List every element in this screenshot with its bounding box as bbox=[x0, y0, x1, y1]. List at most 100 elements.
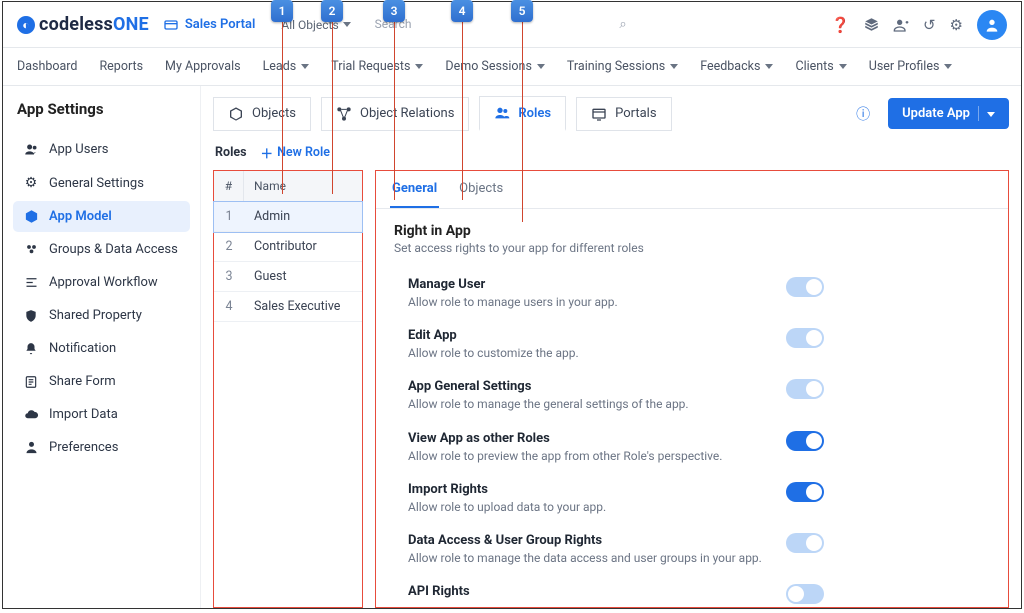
sidebar-item-label: Import Data bbox=[49, 407, 118, 422]
nav-item-my-approvals[interactable]: My Approvals bbox=[165, 59, 241, 74]
callout-line-4 bbox=[462, 22, 463, 200]
sidebar-item-label: Groups & Data Access bbox=[49, 242, 178, 257]
tab-objects-label: Objects bbox=[252, 106, 296, 121]
permission-toggle[interactable] bbox=[786, 584, 824, 604]
body: App Settings App Users⚙General Settings A… bbox=[3, 86, 1021, 608]
sidebar-item-label: Share Form bbox=[49, 374, 116, 389]
caret-down-icon bbox=[301, 64, 309, 69]
nav-item-feedbacks[interactable]: Feedbacks bbox=[700, 59, 773, 74]
caret-down-icon bbox=[839, 64, 847, 69]
new-role-button[interactable]: ＋ New Role bbox=[261, 143, 330, 162]
inner-tab-objects[interactable]: Objects bbox=[457, 171, 505, 208]
permission-title: Data Access & User Group Rights bbox=[408, 533, 770, 548]
sidebar-item-import-data[interactable]: Import Data bbox=[13, 399, 190, 430]
permission-row: API Rights bbox=[394, 576, 824, 607]
sidebar-item-approval-workflow[interactable]: Approval Workflow bbox=[13, 267, 190, 298]
avatar[interactable] bbox=[977, 10, 1007, 40]
permission-toggle[interactable] bbox=[786, 533, 824, 553]
role-row[interactable]: 1Admin bbox=[214, 202, 362, 232]
rights-scroll[interactable]: Right in App Set access rights to your a… bbox=[376, 209, 1008, 607]
sidebar-item-label: Shared Property bbox=[49, 308, 142, 323]
role-index: 4 bbox=[214, 292, 244, 321]
permission-toggle[interactable] bbox=[786, 328, 824, 348]
permission-toggle[interactable] bbox=[786, 431, 824, 451]
shield-icon bbox=[23, 309, 39, 323]
permission-row: Edit AppAllow role to customize the app. bbox=[394, 320, 824, 371]
roles-icon bbox=[494, 105, 510, 121]
nav-item-reports[interactable]: Reports bbox=[99, 59, 143, 74]
portal-chip[interactable]: Sales Portal bbox=[163, 17, 256, 33]
permission-desc: Allow role to manage users in your app. bbox=[408, 294, 770, 310]
tab-portals[interactable]: Portals bbox=[576, 97, 671, 131]
help-icon[interactable]: ❓ bbox=[831, 16, 850, 34]
col-name: Name bbox=[244, 171, 362, 201]
nav-item-demo-sessions[interactable]: Demo Sessions bbox=[445, 59, 545, 74]
new-role-label: New Role bbox=[277, 145, 330, 160]
sidebar-item-app-model[interactable]: App Model bbox=[13, 201, 190, 232]
permission-title: View App as other Roles bbox=[408, 431, 770, 446]
callout-line-5 bbox=[522, 22, 523, 222]
stack-icon[interactable] bbox=[864, 17, 879, 32]
permission-toggle[interactable] bbox=[786, 482, 824, 502]
nav-item-training-sessions[interactable]: Training Sessions bbox=[567, 59, 678, 74]
callout-line-3 bbox=[394, 22, 395, 200]
permission-title: App General Settings bbox=[408, 379, 770, 394]
permission-toggle[interactable] bbox=[786, 277, 824, 297]
sidebar-item-notification[interactable]: Notification bbox=[13, 333, 190, 364]
nav-row: Dashboard Reports My Approvals Leads Trial R… bbox=[3, 48, 1021, 86]
nav-item-leads[interactable]: Leads bbox=[263, 59, 310, 74]
role-row[interactable]: 2Contributor bbox=[214, 232, 362, 262]
caret-down-icon bbox=[765, 64, 773, 69]
permission-row: App General Settings Allow role to manage… bbox=[394, 371, 824, 422]
sidebar-item-general-settings[interactable]: ⚙General Settings bbox=[13, 167, 190, 199]
cloud-icon bbox=[23, 407, 39, 422]
roles-table: # Name 1Admin2Contributor3Guest4Sales Ex… bbox=[213, 170, 363, 608]
nav-item-dashboard[interactable]: Dashboard bbox=[17, 59, 77, 74]
role-index: 3 bbox=[214, 262, 244, 291]
cube-icon bbox=[23, 209, 39, 224]
cube-icon bbox=[228, 106, 244, 122]
rights-title: Right in App bbox=[394, 223, 990, 239]
permission-desc: Allow role to manage the general setting… bbox=[408, 396, 770, 412]
tab-object-relations[interactable]: Object Relations bbox=[321, 97, 469, 131]
info-icon[interactable]: ⓘ bbox=[856, 104, 870, 124]
role-name: Guest bbox=[244, 262, 362, 291]
role-name: Admin bbox=[244, 202, 362, 231]
rights-panel: General Objects Right in App Set access … bbox=[375, 170, 1009, 608]
add-user-icon[interactable] bbox=[893, 17, 909, 33]
permission-toggle[interactable] bbox=[786, 379, 824, 399]
role-name: Contributor bbox=[244, 232, 362, 261]
sidebar-item-label: Approval Workflow bbox=[49, 275, 158, 290]
role-row[interactable]: 4Sales Executive bbox=[214, 292, 362, 322]
flow-icon bbox=[23, 275, 39, 290]
nav-item-clients[interactable]: Clients bbox=[795, 59, 846, 74]
sidebar-title: App Settings bbox=[13, 100, 190, 118]
sidebar-item-label: App Model bbox=[49, 209, 112, 224]
nav-item-user-profiles[interactable]: User Profiles bbox=[869, 59, 953, 74]
sidebar-item-shared-property[interactable]: Shared Property bbox=[13, 300, 190, 331]
rights-subtitle: Set access rights to your app for differ… bbox=[394, 241, 990, 255]
logo[interactable]: ◐ codelessONE bbox=[17, 14, 149, 35]
search-icon[interactable]: ⌕ bbox=[619, 17, 626, 32]
sidebar-item-groups-data-access[interactable]: Groups & Data Access bbox=[13, 234, 190, 265]
caret-down-icon bbox=[670, 64, 678, 69]
history-icon[interactable]: ↺ bbox=[923, 16, 936, 34]
gear-icon: ⚙ bbox=[23, 175, 39, 191]
relations-icon bbox=[336, 106, 352, 122]
sidebar-item-app-users[interactable]: App Users bbox=[13, 134, 190, 165]
callout-4: 4 bbox=[451, 0, 473, 22]
settings-gear-icon[interactable]: ⚙ bbox=[950, 16, 963, 34]
inner-tab-general[interactable]: General bbox=[390, 171, 439, 208]
sidebar-item-share-form[interactable]: Share Form bbox=[13, 366, 190, 397]
tab-objects[interactable]: Objects bbox=[213, 97, 311, 131]
portal-icon bbox=[163, 17, 179, 33]
content-row: # Name 1Admin2Contributor3Guest4Sales Ex… bbox=[213, 170, 1009, 608]
role-row[interactable]: 3Guest bbox=[214, 262, 362, 292]
nav-item-trial-requests[interactable]: Trial Requests bbox=[331, 59, 423, 74]
bell-icon bbox=[23, 342, 39, 356]
update-app-button[interactable]: Update App bbox=[888, 98, 1009, 129]
update-app-dropdown[interactable] bbox=[978, 106, 995, 121]
sidebar-item-preferences[interactable]: Preferences bbox=[13, 432, 190, 463]
logo-suffix: ONE bbox=[113, 14, 149, 35]
search-input[interactable] bbox=[371, 11, 631, 38]
